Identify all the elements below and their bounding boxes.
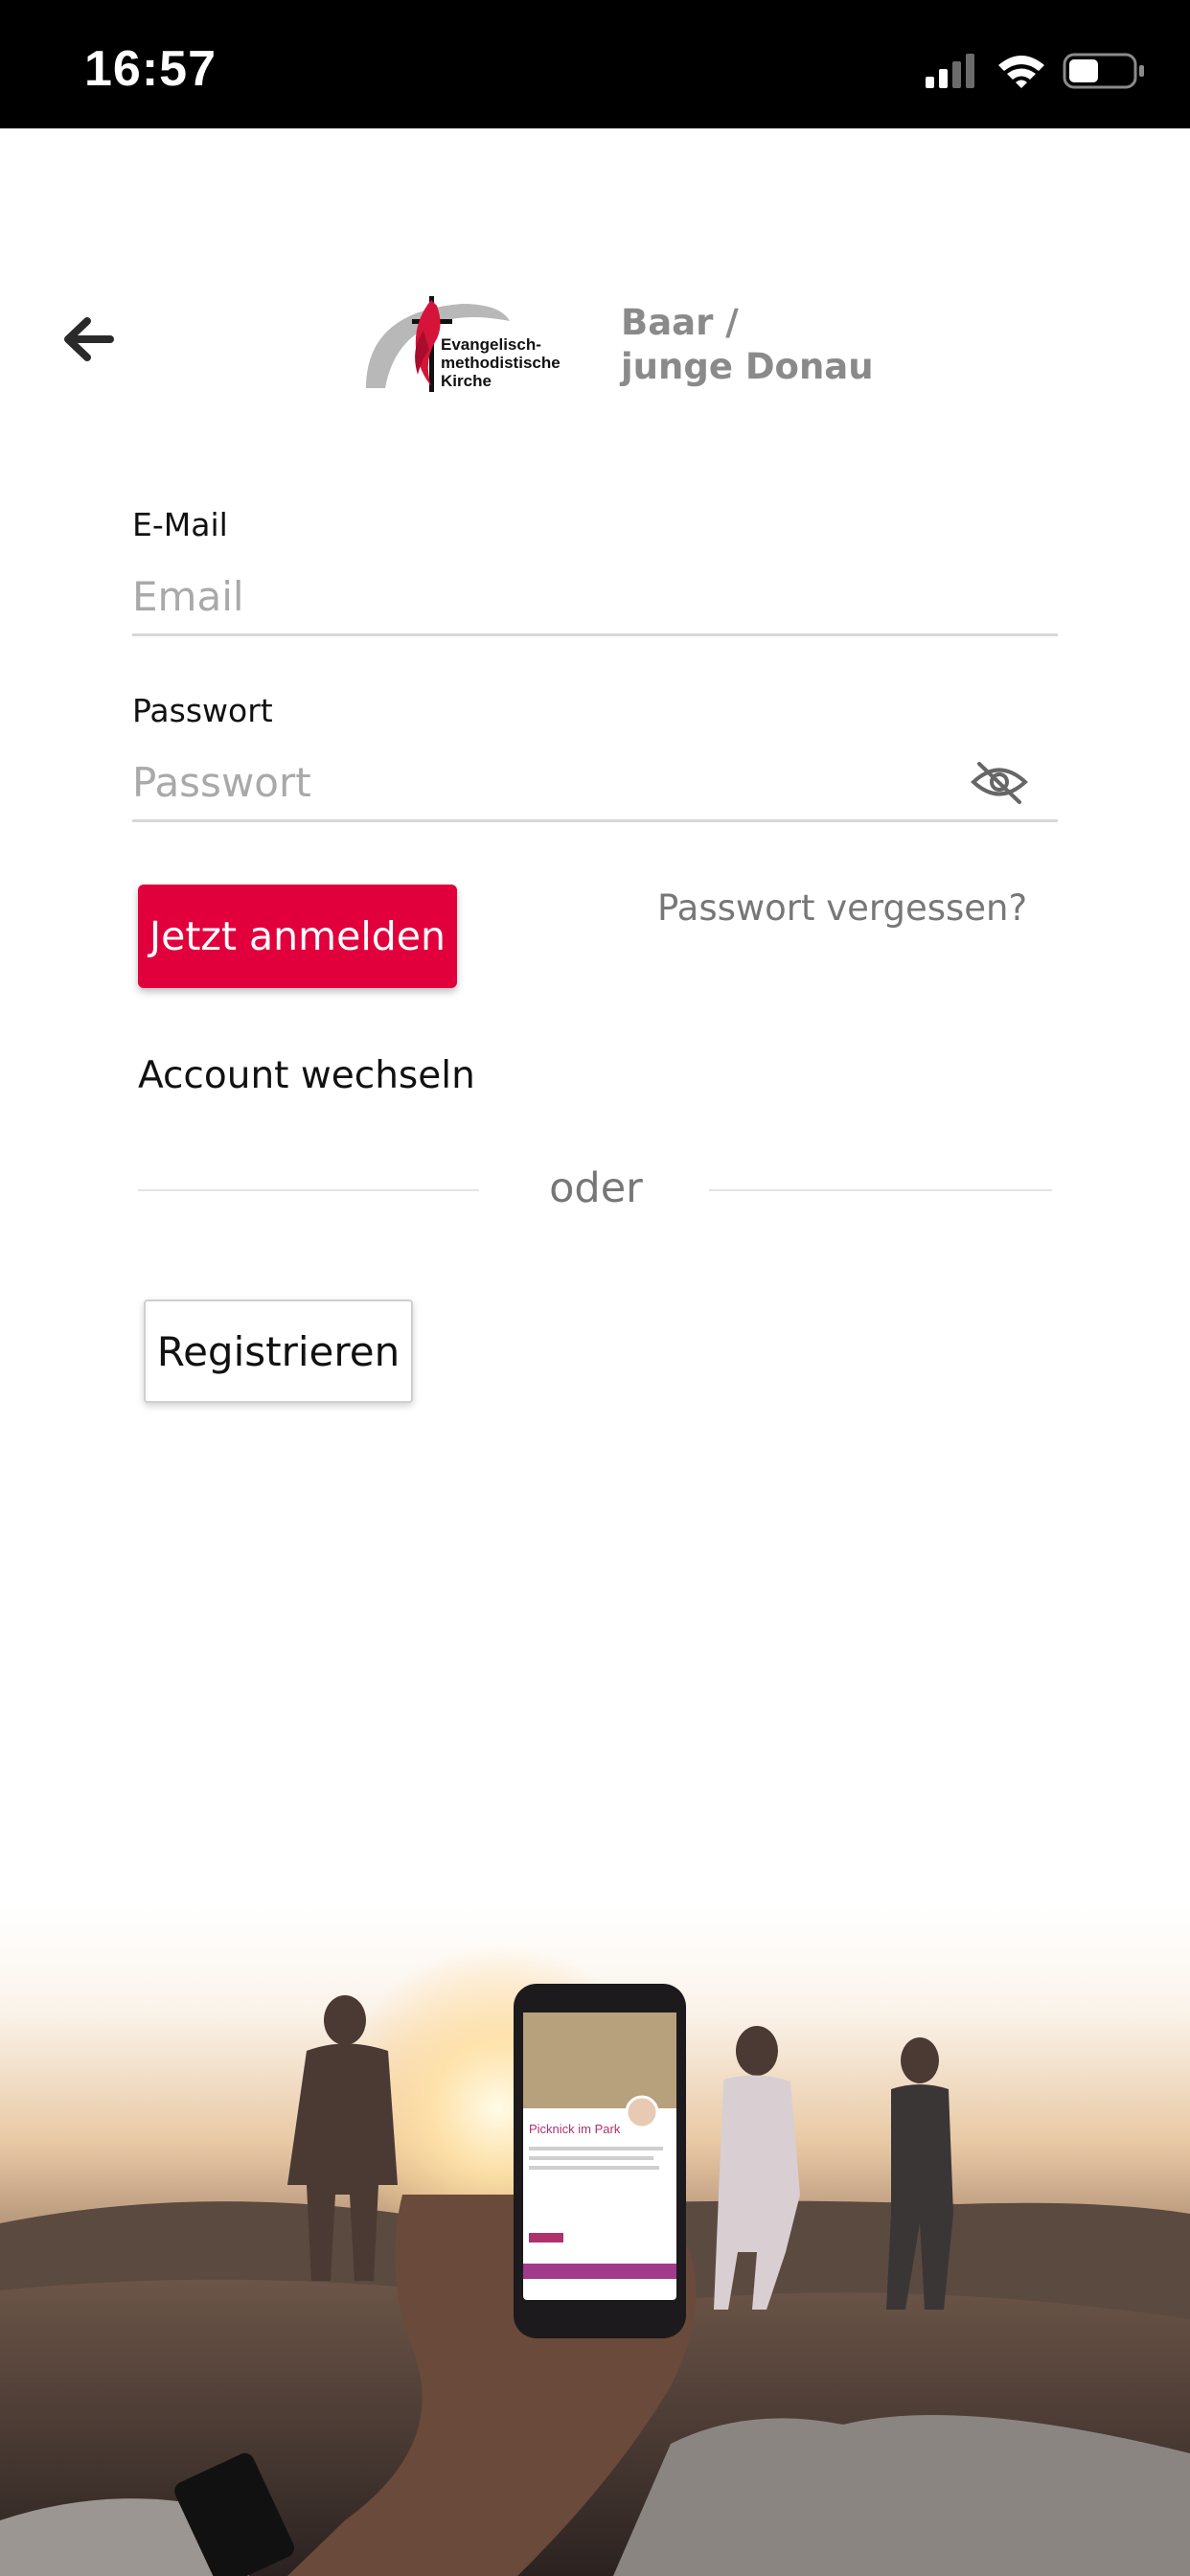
logo-text-line: methodistische [441,354,561,372]
login-button[interactable]: Jetzt anmelden [138,885,457,988]
hero-image: Picknick im Park [0,1907,1190,2576]
wifi-icon [998,56,1044,88]
back-button[interactable] [54,305,123,374]
status-bar: 16:57 [0,0,1190,128]
email-input[interactable] [132,560,1058,636]
church-name-line2: junge Donau [621,346,874,387]
phone-card-title: Picknick im Park [529,2122,621,2136]
status-time: 16:57 [84,41,217,97]
logo-text-line: Kirche [441,372,492,390]
eye-slash-icon [971,762,1028,804]
forgot-password-link[interactable]: Passwort vergessen? [657,887,1027,929]
password-input[interactable] [132,746,1058,822]
password-label: Passwort [132,692,273,729]
logo-text: Evangelisch- methodistische Kirche [441,335,561,390]
church-name-line1: Baar / [621,302,739,343]
battery-icon [1063,53,1144,89]
email-label: E-Mail [132,506,228,543]
cellular-signal-icon [926,54,974,88]
logo-text-line: Evangelisch- [441,335,541,354]
arrow-left-icon [64,317,114,361]
password-visibility-toggle[interactable] [968,753,1031,811]
switch-account-link[interactable]: Account wechseln [138,1054,475,1097]
divider-line-right [709,1189,1052,1191]
status-icons [926,53,1144,89]
divider-line-left [138,1189,479,1191]
register-button[interactable]: Registrieren [144,1300,413,1403]
login-page: 16:57 Evangelisch- methodistische Kirche… [0,0,1190,2576]
church-name: Baar / junge Donau [621,301,874,389]
divider-text: oder [549,1164,643,1212]
